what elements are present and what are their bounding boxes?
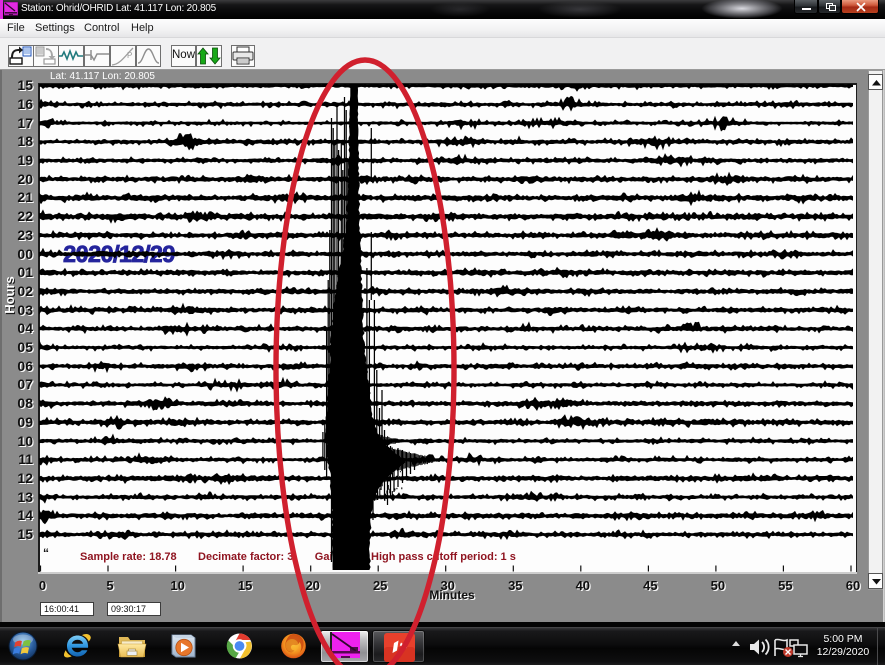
- svg-text:P: P: [127, 51, 132, 60]
